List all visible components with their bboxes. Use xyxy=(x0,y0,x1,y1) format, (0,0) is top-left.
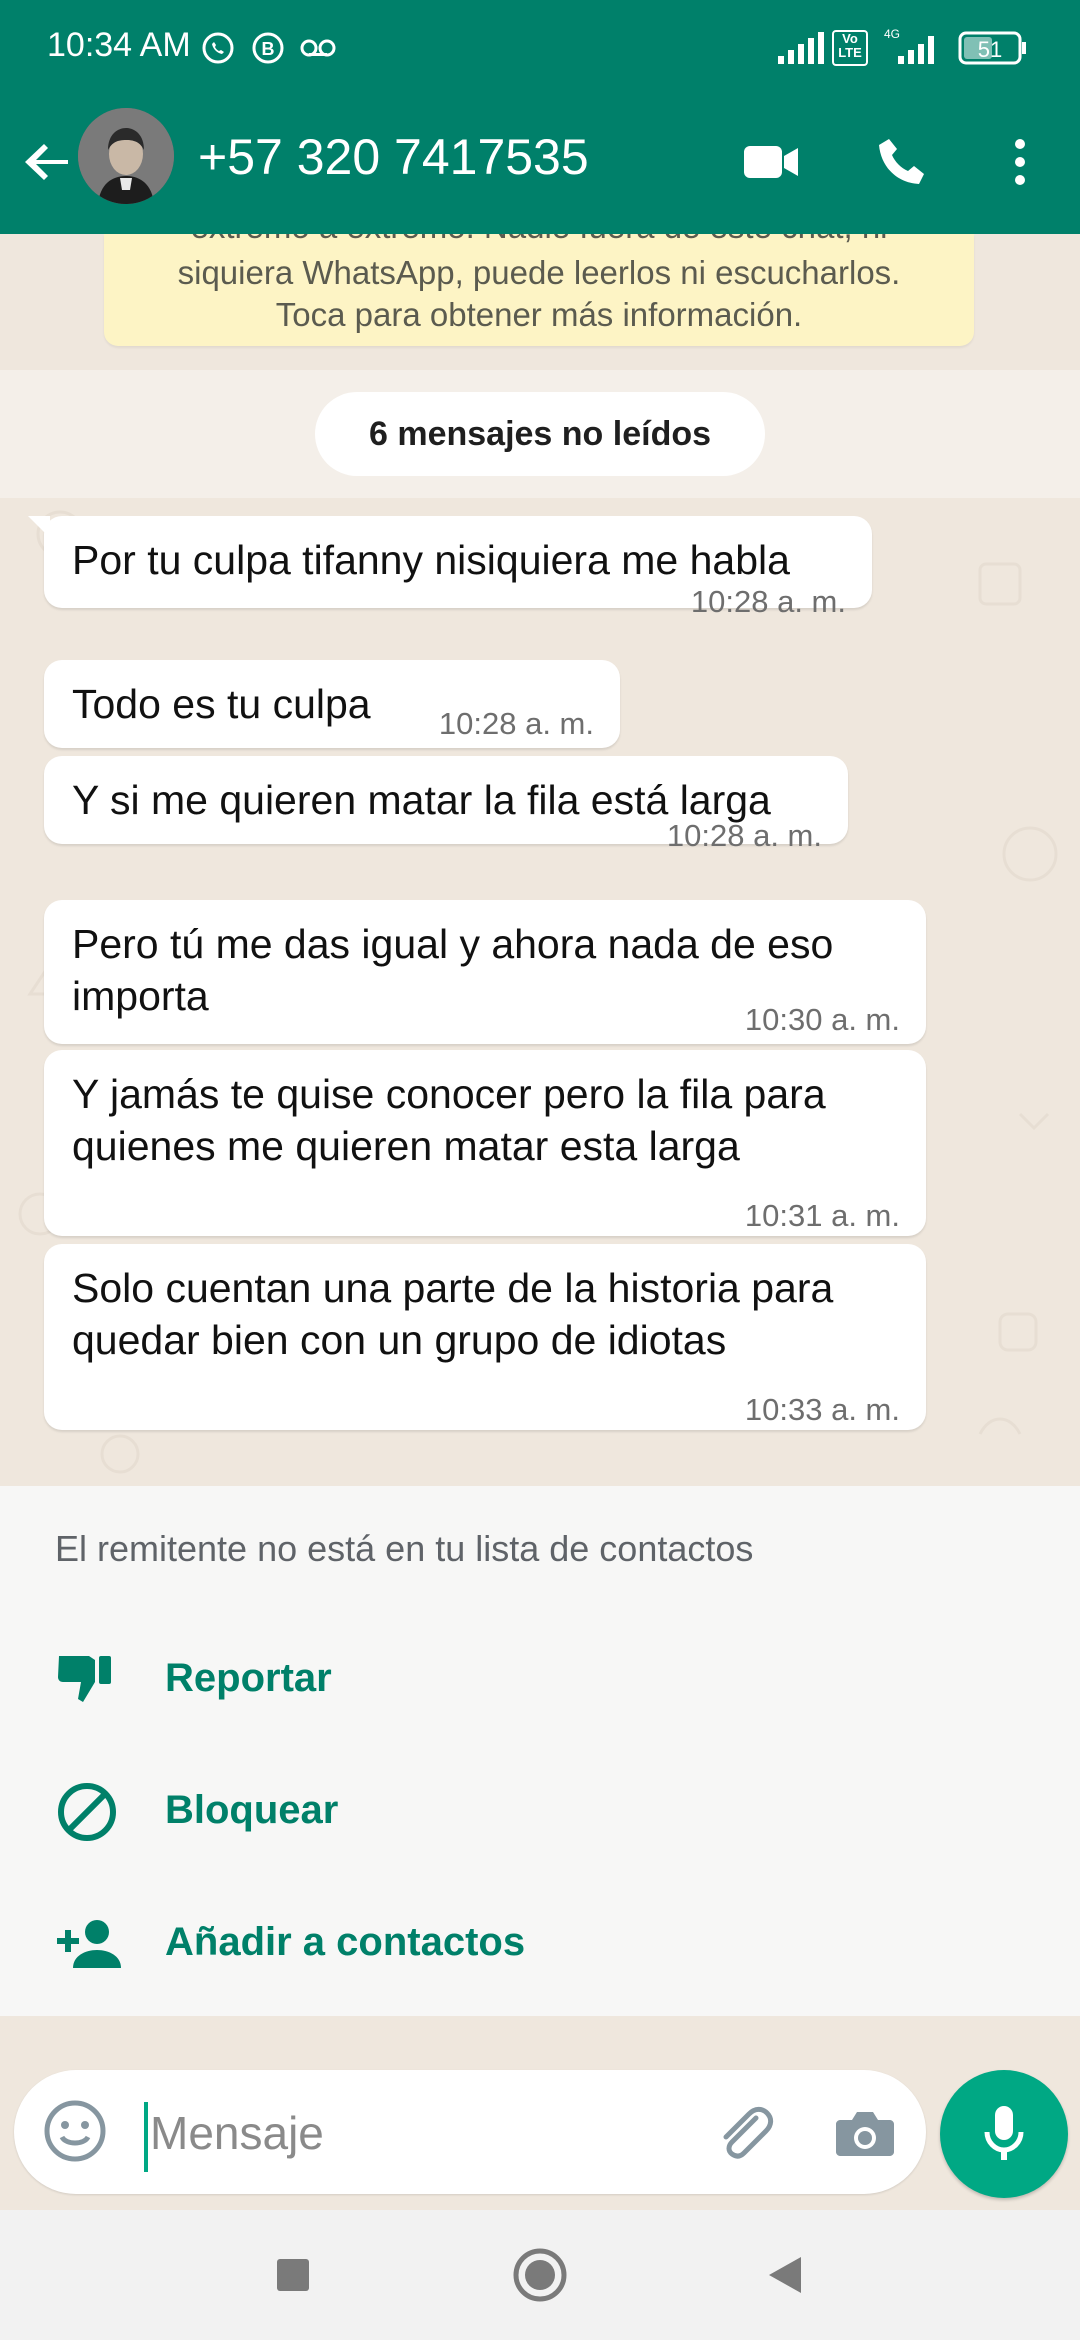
mic-button[interactable] xyxy=(940,2070,1068,2198)
message-bubble[interactable]: Y jamás te quise conocer pero la fila pa… xyxy=(44,1050,926,1236)
add-to-contacts-button[interactable]: Añadir a contactos xyxy=(0,1890,1080,1990)
block-label: Bloquear xyxy=(165,1788,339,1832)
message-bubble[interactable]: Todo es tu culpa 10:28 a. m. xyxy=(44,660,620,748)
composer-area xyxy=(0,2016,1080,2210)
network-label: 4G xyxy=(884,27,900,41)
voicemail-icon xyxy=(298,30,338,71)
battery-level: 51 xyxy=(978,37,1002,62)
message-line: Solo cuentan una parte de la historia pa… xyxy=(72,1265,834,1311)
message-line: importa xyxy=(72,973,209,1019)
emoji-icon[interactable] xyxy=(42,2098,108,2164)
voice-call-icon[interactable] xyxy=(866,126,938,198)
message-time: 10:28 a. m. xyxy=(690,584,846,619)
svg-text:B: B xyxy=(262,39,275,59)
unread-count-badge: 6 mensajes no leídos xyxy=(315,392,765,476)
message-time: 10:30 a. m. xyxy=(744,1002,900,1037)
4g-signal-icon: 4G xyxy=(880,26,944,71)
message-text: Solo cuentan una parte de la historia pa… xyxy=(72,1262,833,1366)
chat-area[interactable]: extremo a extremo. Nadie fuera de este c… xyxy=(0,234,1080,1486)
message-line: quienes me quieren matar esta larga xyxy=(72,1123,740,1169)
contact-name[interactable]: +57 320 7417535 xyxy=(198,128,589,186)
status-time: 10:34 AM xyxy=(47,26,191,64)
message-composer xyxy=(14,2070,926,2194)
add-person-icon xyxy=(55,1912,121,1976)
message-bubble[interactable]: Y si me quieren matar la fila está larga… xyxy=(44,756,848,853)
message-text: Por tu culpa tifanny nisiquiera me habla xyxy=(72,537,790,583)
volte-icon: Vo LTE xyxy=(832,30,868,66)
battery-icon: 51 xyxy=(958,30,1028,71)
message-time: 10:28 a. m. xyxy=(666,818,822,853)
encryption-line-2: siquiera WhatsApp, puede leerlos ni escu… xyxy=(177,254,901,291)
home-circle-icon[interactable] xyxy=(505,2240,575,2310)
message-time: 10:28 a. m. xyxy=(438,706,594,741)
encryption-line-1: extremo a extremo. Nadie fuera de este c… xyxy=(104,234,974,248)
system-navigation-bar xyxy=(0,2210,1080,2340)
whatsapp-notification-icon xyxy=(200,30,236,71)
report-label: Reportar xyxy=(165,1656,332,1700)
message-line: quedar bien con un grupo de idiotas xyxy=(72,1317,727,1363)
unread-divider: 6 mensajes no leídos xyxy=(0,370,1080,498)
message-line: Y jamás te quise conocer pero la fila pa… xyxy=(72,1071,826,1117)
mic-icon xyxy=(984,2106,1024,2160)
signal-icon xyxy=(776,30,826,71)
back-arrow-icon[interactable] xyxy=(18,132,78,192)
header: 10:34 AM B Vo LTE 4G 51 +57 320 7417535 xyxy=(0,0,1080,234)
avatar[interactable] xyxy=(78,108,174,204)
message-time: 10:33 a. m. xyxy=(744,1392,900,1427)
add-to-contacts-label: Añadir a contactos xyxy=(165,1920,526,1964)
encryption-line-3: Toca para obtener más información. xyxy=(275,296,803,333)
app-bar: +57 320 7417535 xyxy=(0,100,1080,234)
back-triangle-icon[interactable] xyxy=(750,2240,820,2310)
message-line: Pero tú me das igual y ahora nada de eso xyxy=(72,921,834,967)
video-call-icon[interactable] xyxy=(736,126,808,198)
block-icon xyxy=(55,1780,119,1844)
message-bubble[interactable]: Solo cuentan una parte de la historia pa… xyxy=(44,1244,926,1430)
unknown-sender-title: El remitente no está en tu lista de cont… xyxy=(55,1528,754,1569)
camera-icon[interactable] xyxy=(830,2098,900,2168)
status-bar: 10:34 AM B Vo LTE 4G 51 xyxy=(0,0,1080,100)
more-vert-icon[interactable] xyxy=(984,126,1056,198)
b-icon: B xyxy=(250,30,286,71)
bubble-tail xyxy=(28,516,50,538)
message-time: 10:31 a. m. xyxy=(744,1198,900,1233)
thumbs-down-icon xyxy=(55,1648,119,1712)
message-bubble[interactable]: Por tu culpa tifanny nisiquiera me habla… xyxy=(28,516,872,619)
encryption-notice[interactable]: extremo a extremo. Nadie fuera de este c… xyxy=(104,234,974,346)
message-bubble[interactable]: Pero tú me das igual y ahora nada de eso… xyxy=(44,900,926,1044)
block-button[interactable]: Bloquear xyxy=(0,1758,1080,1858)
attach-icon[interactable] xyxy=(708,2098,778,2168)
report-button[interactable]: Reportar xyxy=(0,1626,1080,1726)
message-input[interactable] xyxy=(148,2092,672,2174)
message-text: Todo es tu culpa xyxy=(72,681,371,727)
message-text: Pero tú me das igual y ahora nada de eso… xyxy=(72,918,833,1022)
unknown-sender-panel: El remitente no está en tu lista de cont… xyxy=(0,1486,1080,2016)
message-text: Y jamás te quise conocer pero la fila pa… xyxy=(72,1068,826,1172)
recents-square-icon[interactable] xyxy=(258,2240,328,2310)
